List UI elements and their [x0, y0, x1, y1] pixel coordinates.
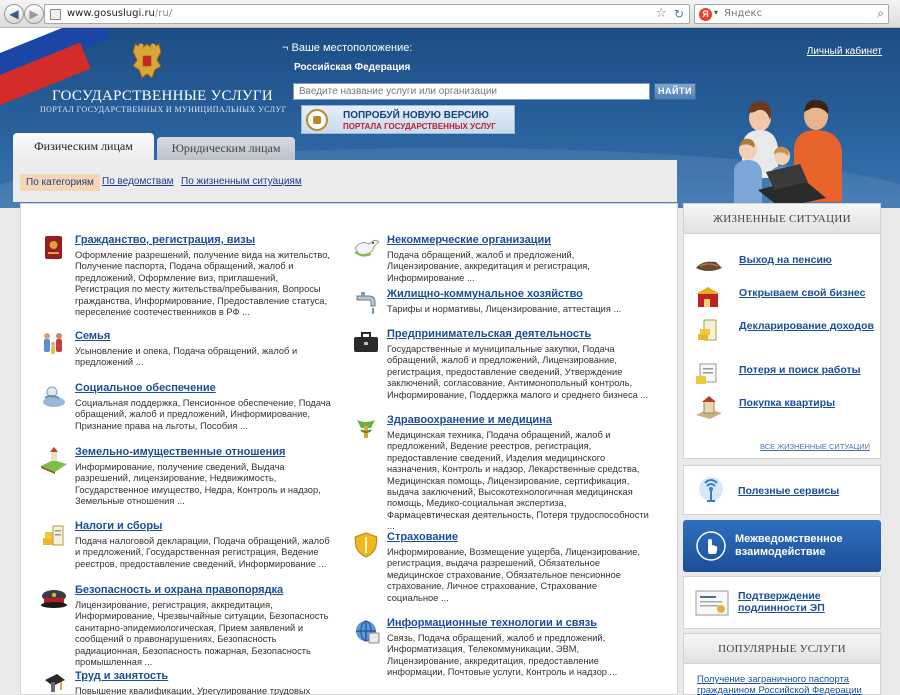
family-icon	[44, 333, 62, 354]
filter-bar: По категориям По ведомствам По жизненным…	[13, 160, 677, 202]
useful-services-box[interactable]: Полезные сервисы	[683, 465, 881, 515]
work-icon	[45, 674, 65, 692]
interagency-banner[interactable]: Межведомственное взаимодействие	[683, 520, 881, 572]
page-icon	[50, 9, 61, 20]
site-title: ГОСУДАРСТВЕННЫЕ УСЛУГИ	[52, 88, 273, 104]
popular-services-title: ПОПУЛЯРНЫЕ УСЛУГИ	[684, 634, 880, 664]
declaration-icon	[698, 319, 717, 341]
family-illustration	[734, 99, 842, 208]
forward-icon[interactable]: ▶	[24, 4, 44, 24]
job-search-icon	[696, 363, 717, 384]
tab-individuals[interactable]: Физическим лицам	[13, 133, 154, 160]
yandex-logo-icon: Я	[699, 8, 712, 21]
bookmark-star-icon[interactable]: ☆	[655, 6, 667, 21]
browser-search-input[interactable]: Я ▾ Яндекс ⌕	[694, 4, 889, 24]
it-icon	[356, 620, 380, 644]
faucet-icon	[356, 292, 376, 314]
briefcase-icon	[354, 332, 378, 352]
ep-verification-box[interactable]: Подтверждение подлинности ЭП	[683, 576, 881, 629]
business-icon	[696, 287, 720, 307]
touch-hand-icon	[696, 531, 726, 561]
personal-cabinet-link[interactable]: Личный кабинет	[807, 46, 882, 57]
taxes-icon	[43, 525, 64, 546]
search-icon[interactable]: ⌕	[877, 6, 884, 21]
retirement-icon	[696, 261, 722, 271]
police-cap-icon	[41, 590, 67, 608]
service-search-input[interactable]: Введите название услуги или организации	[293, 83, 650, 100]
tab-legal-entities[interactable]: Юридическим лицам	[157, 137, 295, 160]
address-text: www.gosuslugi.ru/ru/	[67, 8, 173, 19]
passport-icon	[45, 236, 62, 259]
apartment-icon	[696, 396, 722, 419]
new-version-banner[interactable]: ПОПРОБУЙ НОВУЮ ВЕРСИЮ ПОРТАЛА ГОСУДАРСТВ…	[301, 105, 515, 134]
life-situations-title: ЖИЗНЕННЫЕ СИТУАЦИИ	[684, 204, 880, 234]
search-button[interactable]: НАЙТИ	[654, 83, 696, 100]
engine-dropdown-icon[interactable]: ▾	[714, 8, 718, 17]
coat-of-arms-icon	[132, 43, 162, 79]
browser-toolbar: ◀ ▶ www.gosuslugi.ru/ru/ ☆ ↻ Я ▾ Яндекс …	[0, 0, 900, 28]
certificate-icon	[695, 590, 729, 616]
social-support-icon	[43, 386, 65, 407]
location-label: ¬ Ваше местоположение:	[282, 42, 413, 54]
medicine-icon	[357, 420, 375, 438]
popular-service-link[interactable]: Получение заграничного паспорта граждани…	[697, 674, 877, 695]
all-life-situations-link[interactable]: ВСЕ ЖИЗНЕННЫЕ СИТУАЦИИ	[760, 442, 870, 451]
location-value[interactable]: Российская Федерация	[294, 62, 410, 73]
dove-icon	[354, 239, 380, 257]
back-icon[interactable]: ◀	[4, 4, 24, 24]
land-icon	[41, 447, 67, 474]
popular-services-box: ПОПУЛЯРНЫЕ УСЛУГИ Получение заграничного…	[683, 633, 881, 695]
address-bar[interactable]: www.gosuslugi.ru/ru/ ☆ ↻	[44, 4, 690, 24]
filter-by-agency[interactable]: По ведомствам	[102, 176, 174, 187]
life-situations-box: ЖИЗНЕННЫЕ СИТУАЦИИ Выход на пенсию Откры…	[683, 203, 881, 459]
antenna-icon	[699, 477, 723, 502]
filter-by-life-situation[interactable]: По жизненным ситуациям	[181, 176, 302, 187]
portal-emblem-icon	[306, 109, 328, 131]
insurance-icon	[354, 532, 378, 558]
site-subtitle: ПОРТАЛ ГОСУДАРСТВЕННЫХ И МУНИЦИПАЛЬНЫХ У…	[40, 105, 287, 114]
right-sidebar: ЖИЗНЕННЫЕ СИТУАЦИИ Выход на пенсию Откры…	[683, 203, 881, 695]
filter-by-category[interactable]: По категориям	[20, 174, 100, 191]
reload-icon[interactable]: ↻	[674, 7, 684, 21]
categories-panel: Гражданство, регистрация, визы Оформлени…	[20, 203, 678, 695]
